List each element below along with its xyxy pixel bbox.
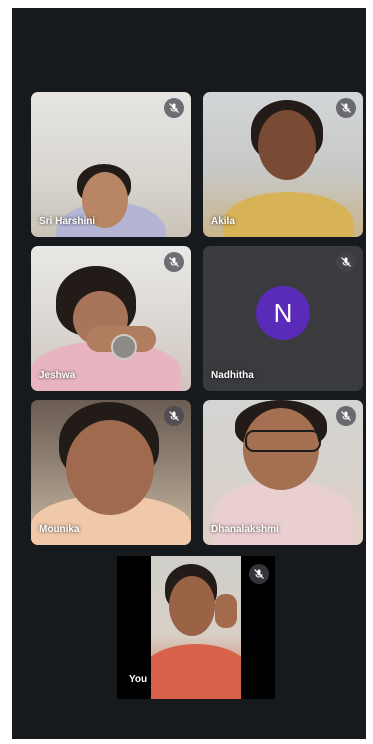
mic-off-icon: [164, 406, 184, 426]
mic-off-icon: [336, 98, 356, 118]
participant-name: Sri Harshini: [39, 216, 96, 227]
participant-name: Nadhitha: [211, 370, 254, 381]
mic-off-icon: [336, 252, 356, 272]
self-video-feed: [151, 556, 241, 699]
self-name: You: [129, 674, 148, 685]
participant-face: [258, 110, 316, 180]
participant-tile-1[interactable]: Sri Harshini: [31, 92, 191, 237]
meeting-screen: Sri Harshini Akila Jeshwa N Nadhitha Mou…: [12, 8, 366, 739]
self-face: [169, 576, 215, 636]
eyeglasses: [245, 430, 321, 452]
participant-name: Dhanalakshmi: [211, 524, 279, 535]
self-view[interactable]: You: [117, 556, 275, 699]
mic-off-icon: [164, 98, 184, 118]
self-body: [151, 644, 241, 699]
participant-tile-3[interactable]: Jeshwa: [31, 246, 191, 391]
participant-name: Jeshwa: [39, 370, 76, 381]
wristwatch: [111, 334, 137, 360]
mic-off-icon: [249, 564, 269, 584]
participant-tile-6[interactable]: Dhanalakshmi: [203, 400, 363, 545]
self-hand: [215, 594, 237, 628]
participant-name: Akila: [211, 216, 235, 227]
participant-tile-5[interactable]: Mounika: [31, 400, 191, 545]
participant-name: Mounika: [39, 524, 80, 535]
participant-tile-4[interactable]: N Nadhitha: [203, 246, 363, 391]
mic-off-icon: [336, 406, 356, 426]
participant-face: [66, 420, 154, 515]
participant-tile-2[interactable]: Akila: [203, 92, 363, 237]
avatar: N: [256, 286, 310, 340]
mic-off-icon: [164, 252, 184, 272]
